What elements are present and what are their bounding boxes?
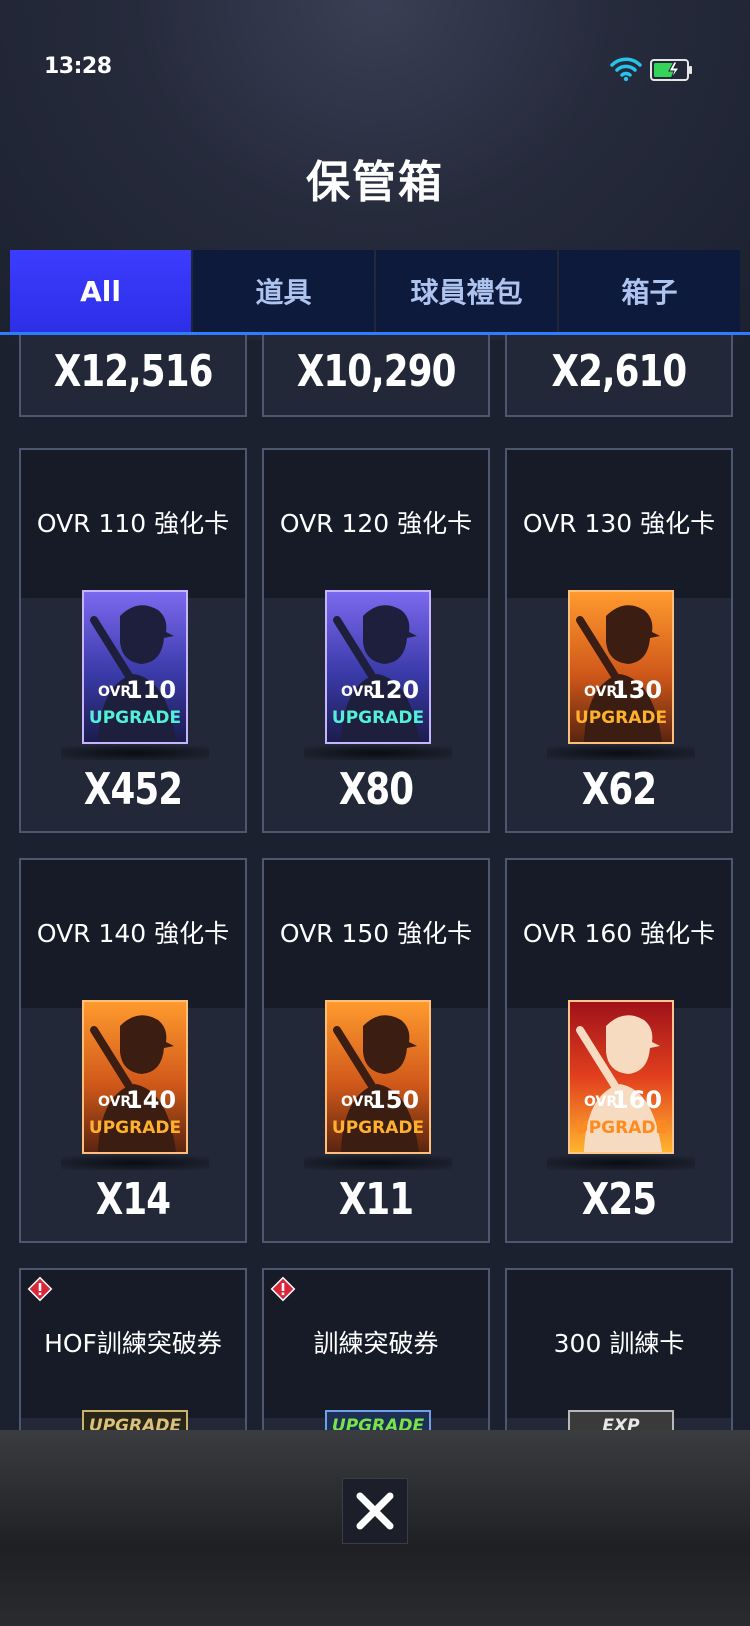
baseball-player-upgrade-card-icon: OVR 160 UPGRADE <box>568 1000 674 1154</box>
svg-text:160: 160 <box>612 1086 662 1114</box>
item-quantity: X62 <box>581 764 657 815</box>
svg-text:150: 150 <box>369 1086 419 1114</box>
tab-boxes[interactable]: 箱子 <box>559 250 740 332</box>
item-name: OVR 120 強化卡 <box>279 509 473 538</box>
baseball-player-upgrade-card-icon: OVR 140 UPGRADE <box>82 1000 188 1154</box>
baseball-player-upgrade-card-icon: OVR 120 UPGRADE <box>325 590 431 744</box>
svg-text:UPGRADE: UPGRADE <box>332 1118 424 1138</box>
alert-icon <box>27 1276 53 1302</box>
inventory-card[interactable]: X10,290 <box>262 335 490 417</box>
svg-text:130: 130 <box>612 676 662 704</box>
svg-text:UPGRADE: UPGRADE <box>89 1118 181 1138</box>
svg-text:UPGRADE: UPGRADE <box>575 708 667 728</box>
item-quantity: X2,610 <box>551 345 688 397</box>
svg-text:UPGRADE: UPGRADE <box>89 708 181 728</box>
inventory-card[interactable]: HOF訓練突破券 UPGRADE <box>19 1268 247 1430</box>
item-name: HOF訓練突破券 <box>44 1329 222 1358</box>
item-name: OVR 140 強化卡 <box>36 919 230 948</box>
inventory-card[interactable]: OVR 150 強化卡 OVR 150 UPGRADE X11 <box>262 858 490 1243</box>
status-time: 13:28 <box>44 54 112 79</box>
inventory-card[interactable]: OVR 140 強化卡 OVR 140 UPGRADE X14 <box>19 858 247 1243</box>
alert-icon <box>270 1276 296 1302</box>
training-ticket-icon: UPGRADE <box>82 1410 188 1430</box>
item-name: OVR 150 強化卡 <box>279 919 473 948</box>
training-card-icon: EXP <box>568 1410 674 1430</box>
item-name: OVR 160 強化卡 <box>522 919 716 948</box>
inventory-card[interactable]: OVR 110 強化卡 OVR 110 UPGRADE X452 <box>19 448 247 833</box>
item-name: OVR 130 強化卡 <box>522 509 716 538</box>
close-icon <box>356 1492 394 1530</box>
baseball-player-upgrade-card-icon: OVR 110 UPGRADE <box>82 590 188 744</box>
status-bar: 13:28 <box>0 0 750 140</box>
item-quantity: X11 <box>338 1174 414 1225</box>
item-name: 300 訓練卡 <box>553 1329 685 1358</box>
inventory-card[interactable]: OVR 160 強化卡 OVR 160 UPGRADE X25 <box>505 858 733 1243</box>
svg-text:UPGRADE: UPGRADE <box>575 1118 667 1138</box>
battery-icon <box>650 59 692 81</box>
close-button[interactable] <box>342 1478 408 1544</box>
training-ticket-icon: UPGRADE <box>325 1410 431 1430</box>
item-quantity: X452 <box>83 764 183 815</box>
svg-text:UPGRADE: UPGRADE <box>332 708 424 728</box>
page-title: 保管箱 <box>306 157 444 208</box>
svg-text:140: 140 <box>126 1086 176 1114</box>
inventory-card[interactable]: 訓練突破券 UPGRADE <box>262 1268 490 1430</box>
inventory-card[interactable]: OVR 130 強化卡 OVR 130 UPGRADE X62 <box>505 448 733 833</box>
baseball-player-upgrade-card-icon: OVR 130 UPGRADE <box>568 590 674 744</box>
svg-text:120: 120 <box>369 676 419 704</box>
baseball-player-upgrade-card-icon: OVR 150 UPGRADE <box>325 1000 431 1154</box>
tab-items[interactable]: 道具 <box>193 250 374 332</box>
inventory-card[interactable]: X2,610 <box>505 335 733 417</box>
wifi-icon <box>610 57 642 82</box>
inventory-grid[interactable]: X12,516 X10,290 X2,610 OVR 110 強化卡 OVR 1… <box>0 335 750 1430</box>
tab-player-packs[interactable]: 球員禮包 <box>376 250 557 332</box>
item-name: OVR 110 強化卡 <box>36 509 230 538</box>
item-quantity: X25 <box>581 1174 657 1225</box>
category-tabs: All 道具 球員禮包 箱子 <box>10 250 740 332</box>
item-quantity: X12,516 <box>53 345 214 397</box>
item-name: 訓練突破券 <box>313 1329 439 1358</box>
item-quantity: X80 <box>338 764 414 815</box>
item-quantity: X14 <box>95 1174 171 1225</box>
inventory-card[interactable]: OVR 120 強化卡 OVR 120 UPGRADE X80 <box>262 448 490 833</box>
inventory-card[interactable]: 300 訓練卡 EXP <box>505 1268 733 1430</box>
svg-text:110: 110 <box>126 676 176 704</box>
inventory-card[interactable]: X12,516 <box>19 335 247 417</box>
item-quantity: X10,290 <box>296 345 457 397</box>
tab-all[interactable]: All <box>10 250 191 332</box>
